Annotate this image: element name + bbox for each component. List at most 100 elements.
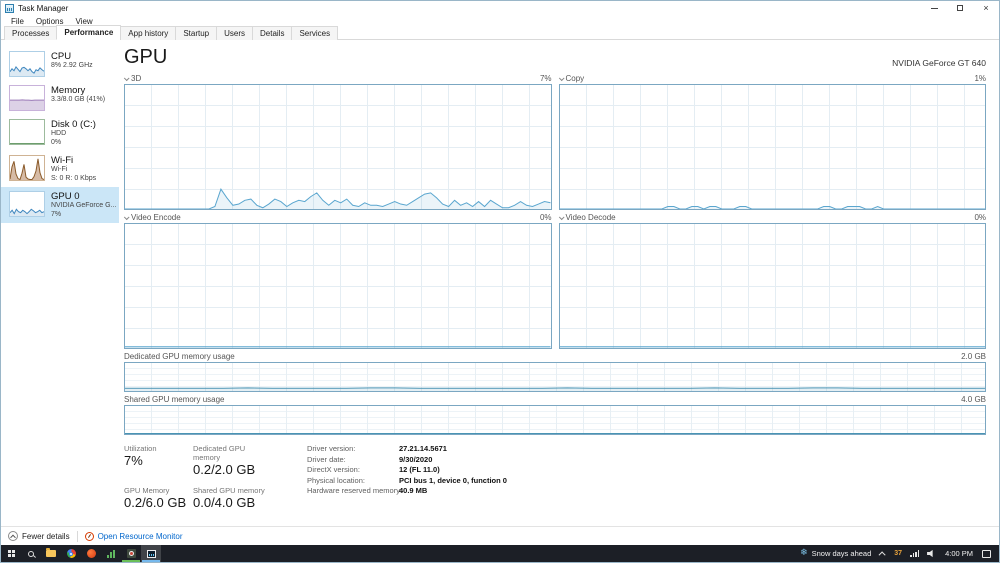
chart-app-button[interactable] [101, 545, 121, 562]
task-manager-icon [146, 549, 156, 558]
shared-gpu-memory-value: 0.0/4.0 GB [193, 495, 256, 510]
sidebar-wifi-stat: S: 0 R: 0 Kbps [51, 174, 97, 182]
chevron-down-icon [123, 213, 130, 220]
directx-version-value: 12 (FL 11.0) [399, 465, 440, 474]
action-center-button[interactable] [978, 549, 995, 558]
sidebar-item-wifi[interactable]: Wi-Fi Wi-Fi S: 0 R: 0 Kbps [1, 151, 119, 187]
chrome-button[interactable] [61, 545, 81, 562]
tab-bar: Processes Performance App history Startu… [1, 25, 999, 40]
driver-date-value: 9/30/2020 [399, 454, 433, 464]
windows-taskbar: ❄ Snow days ahead 37 4:00 PM [1, 545, 999, 562]
tab-details[interactable]: Details [252, 26, 293, 40]
brave-icon [86, 549, 96, 558]
tab-processes[interactable]: Processes [4, 26, 58, 40]
video-encode-header: Video Encode 0% [123, 213, 552, 222]
network-tray-button[interactable] [906, 550, 923, 557]
taskbar-clock[interactable]: 4:00 PM [940, 549, 978, 558]
tab-users[interactable]: Users [216, 26, 253, 40]
dedicated-memory-header: Dedicated GPU memory usage 2.0 GB [124, 352, 986, 361]
open-resource-monitor-link[interactable]: Open Resource Monitor [84, 531, 183, 541]
task-manager-icon [5, 3, 14, 13]
resource-monitor-icon [84, 531, 94, 541]
hardware-reserved-memory-value: 40.9 MB [399, 486, 428, 495]
gpu-3d-percent: 7% [539, 74, 552, 83]
chevron-down-icon [558, 213, 565, 220]
tab-startup[interactable]: Startup [175, 26, 218, 40]
close-button[interactable]: × [973, 1, 999, 15]
file-explorer-button[interactable] [41, 545, 61, 562]
sidebar-item-cpu[interactable]: CPU 8% 2.92 GHz [1, 47, 119, 81]
gpu-stats: Utilization 7% Dedicated GPU memory 0.2/… [124, 444, 986, 519]
task-manager-taskbar-button[interactable] [141, 545, 161, 562]
recording-app-icon [126, 549, 136, 558]
chevron-up-icon [878, 551, 886, 559]
video-decode-header: Video Decode 0% [558, 213, 986, 222]
gpu-mini-chart [9, 191, 45, 217]
chevron-down-icon [558, 74, 565, 81]
weather-widget[interactable]: ❄ Snow days ahead [794, 548, 877, 559]
close-icon: × [983, 2, 989, 13]
speaker-icon [927, 549, 933, 558]
sidebar-gpu-stat: 7% [51, 210, 62, 218]
sidebar-gpu-title: GPU 0 [51, 191, 80, 202]
physical-location-value: PCI bus 1, device 0, function 0 [399, 475, 507, 485]
sidebar-wifi-title: Wi-Fi [51, 155, 74, 166]
temperature-tray-icon[interactable]: 37 [890, 550, 906, 557]
windows-logo-icon [7, 550, 15, 557]
minimize-button[interactable] [921, 1, 947, 15]
tab-app-history[interactable]: App history [120, 26, 177, 40]
sidebar-item-memory[interactable]: Memory 3.3/8.0 GB (41%) [1, 81, 119, 115]
sidebar-item-disk[interactable]: Disk 0 (C:) HDD 0% [1, 115, 119, 151]
tab-services[interactable]: Services [291, 26, 339, 40]
gpu-3d-label: 3D [131, 74, 142, 83]
utilization-label: Utilization [124, 444, 157, 453]
driver-version-label: Driver version: [307, 444, 356, 453]
gpu-memory-value: 0.2/6.0 GB [124, 495, 187, 510]
maximize-button[interactable] [947, 1, 973, 15]
snowflake-icon: ❄ [800, 548, 808, 558]
gpu-panel: GPU NVIDIA GeForce GT 640 3D 7% Copy 1% [119, 40, 999, 526]
sidebar-cpu-stat: 8% 2.92 GHz [51, 62, 93, 69]
sidebar-item-gpu[interactable]: GPU 0 NVIDIA GeForce G... 7% [1, 187, 119, 223]
gpu-copy-chart [558, 84, 986, 210]
show-hidden-icons-button[interactable] [877, 551, 890, 559]
page-title: GPU [124, 46, 168, 68]
tab-performance[interactable]: Performance [56, 25, 122, 40]
task-manager-window: Task Manager × File Options View Process… [0, 0, 1000, 563]
sidebar-memory-title: Memory [51, 85, 86, 96]
gpu-3d-chart [124, 84, 552, 210]
driver-date-label: Driver date: [307, 454, 346, 464]
action-center-icon [982, 549, 991, 558]
gpu-copy-percent: 1% [974, 74, 986, 83]
gpu-3d-header: 3D 7% [123, 74, 552, 83]
fewer-details-button[interactable]: Fewer details [8, 531, 70, 541]
status-bar: Fewer details Open Resource Monitor [1, 526, 999, 545]
start-button[interactable] [1, 545, 21, 562]
weather-text: Snow days ahead [811, 549, 872, 558]
cpu-mini-chart [9, 51, 45, 77]
taskbar-search-button[interactable] [21, 545, 41, 562]
recording-app-button[interactable] [121, 545, 141, 562]
dedicated-gpu-memory-value: 0.2/2.0 GB [193, 462, 256, 477]
folder-icon [46, 548, 56, 557]
driver-version-value: 27.21.14.5671 [399, 444, 447, 453]
video-decode-chart [558, 223, 986, 349]
menu-file[interactable]: File [5, 16, 30, 27]
gpu-copy-label: Copy [565, 74, 585, 83]
performance-sidebar: CPU 8% 2.92 GHz Memory 3.3/8.0 GB (41%) … [1, 40, 119, 526]
volume-tray-button[interactable] [923, 549, 940, 558]
maximize-icon [957, 5, 963, 11]
network-icon [910, 550, 920, 557]
gpu-device-name: NVIDIA GeForce GT 640 [892, 58, 986, 68]
sidebar-disk-title: Disk 0 (C:) [51, 119, 96, 130]
brave-button[interactable] [81, 545, 101, 562]
directx-version-label: DirectX version: [307, 465, 360, 474]
bar-chart-icon [107, 549, 115, 558]
shared-memory-header: Shared GPU memory usage 4.0 GB [124, 395, 986, 404]
resource-monitor-label: Open Resource Monitor [97, 531, 183, 541]
video-decode-label: Video Decode [565, 213, 616, 222]
dedicated-memory-max: 2.0 GB [961, 352, 986, 361]
sidebar-wifi-name: Wi-Fi [51, 166, 68, 173]
utilization-value: 7% [124, 453, 143, 468]
window-title: Task Manager [18, 3, 69, 13]
